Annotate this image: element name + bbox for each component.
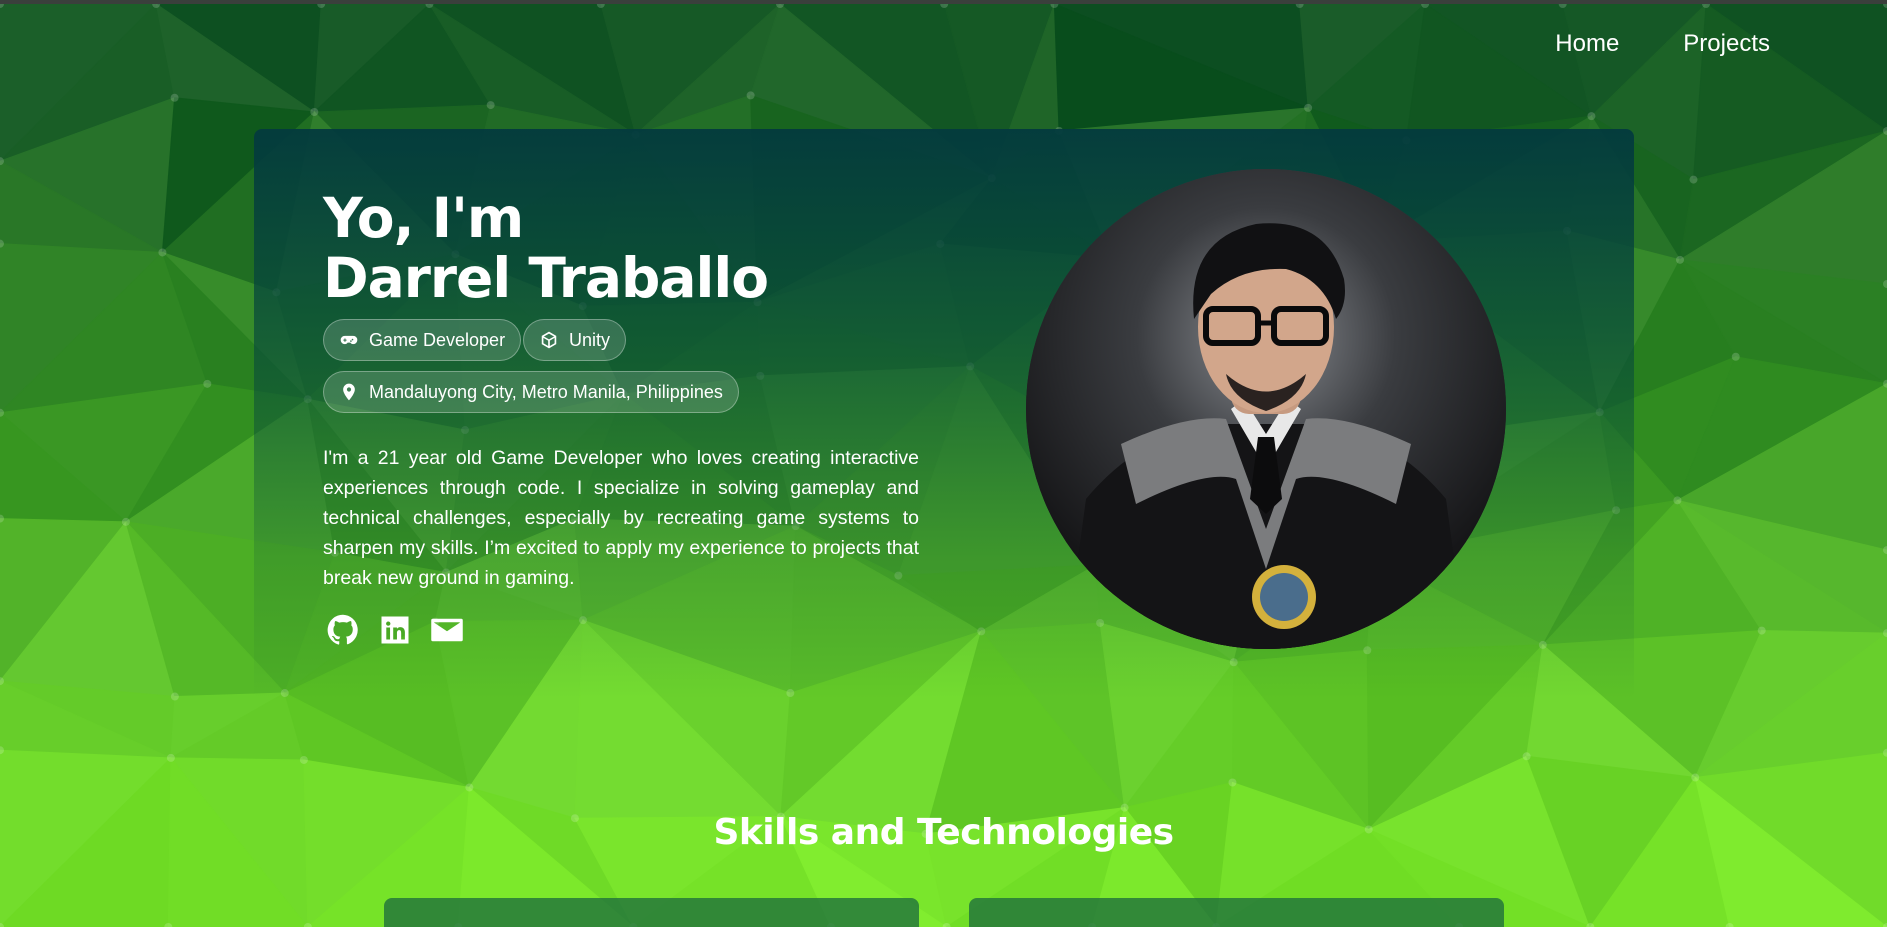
github-icon <box>327 614 358 645</box>
background-node <box>746 91 755 100</box>
background-node <box>170 93 179 102</box>
background-node <box>1304 103 1313 112</box>
skill-card <box>384 898 919 927</box>
hero-greeting: Yo, I'm <box>323 186 524 250</box>
github-link[interactable] <box>325 612 361 648</box>
location-label: Mandaluyong City, Metro Manila, Philippi… <box>369 381 723 402</box>
background-node <box>1228 778 1237 787</box>
background-node <box>1689 175 1698 184</box>
about-paragraph: I'm a 21 year old Game Developer who lov… <box>323 447 919 589</box>
location-pin-icon <box>339 382 359 402</box>
background-node <box>1587 112 1596 121</box>
social-links <box>325 612 465 648</box>
background-node <box>170 692 179 701</box>
background-node <box>1522 752 1531 761</box>
background-node <box>1691 773 1700 782</box>
unity-icon <box>539 330 559 350</box>
hero-name: Darrel Traballo <box>323 246 769 310</box>
nav-home-link[interactable]: Home <box>1555 30 1619 58</box>
skill-card <box>969 898 1504 927</box>
hero-title: Yo, I'm Darrel Traballo <box>323 186 769 310</box>
background-node <box>465 783 474 792</box>
background-node <box>1731 352 1740 361</box>
background-node <box>310 108 319 117</box>
background-node <box>166 753 175 762</box>
gamepad-icon <box>339 330 359 350</box>
tag-chip-unity: Unity <box>523 319 627 361</box>
profile-photo <box>1026 169 1506 649</box>
nav-projects-link[interactable]: Projects <box>1683 30 1770 58</box>
tag-chip-label: Game Developer <box>369 329 506 350</box>
background-node <box>486 101 495 110</box>
location-chip: Mandaluyong City, Metro Manila, Philippi… <box>323 371 739 413</box>
background-node <box>158 248 167 257</box>
skills-section-title: Skills and Technologies <box>713 812 1174 853</box>
top-nav: Home Projects <box>1555 30 1770 58</box>
background-node <box>1120 803 1129 812</box>
background-node <box>1673 496 1682 505</box>
email-link[interactable] <box>429 612 465 648</box>
background-node <box>299 755 308 764</box>
background-node <box>121 517 130 526</box>
background-node <box>1675 255 1684 264</box>
linkedin-icon <box>381 616 409 644</box>
tag-chip-game-developer: Game Developer <box>323 319 522 361</box>
tag-chip-label: Unity <box>569 329 611 350</box>
mail-icon <box>431 618 463 642</box>
background-node <box>203 379 212 388</box>
linkedin-link[interactable] <box>377 612 413 648</box>
profile-photo-illustration <box>1026 169 1506 649</box>
background-node <box>1757 626 1766 635</box>
